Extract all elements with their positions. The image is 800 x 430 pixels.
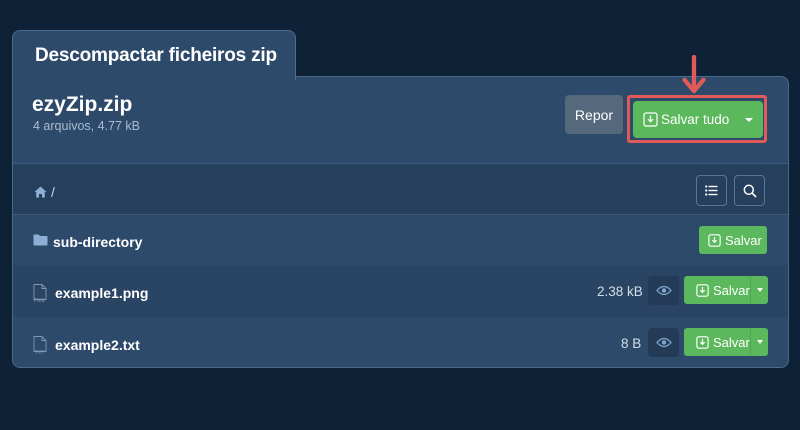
chevron-down-icon bbox=[756, 288, 763, 292]
list-item-file[interactable]: TXT example2.txt 8 B Salvar bbox=[13, 317, 788, 367]
breadcrumb-separator: / bbox=[51, 184, 55, 200]
arrow-down-icon bbox=[682, 55, 706, 94]
tab-title: Descompactar ficheiros zip bbox=[35, 45, 277, 66]
file-name: example2.txt bbox=[55, 337, 140, 353]
save-all-button[interactable]: Salvar tudo bbox=[633, 101, 763, 138]
download-icon bbox=[696, 335, 709, 349]
file-name: example1.png bbox=[55, 285, 149, 301]
download-icon bbox=[643, 112, 658, 127]
save-label: Salvar bbox=[713, 334, 750, 350]
reset-button[interactable]: Repor bbox=[565, 95, 623, 134]
file-size: 2.38 kB bbox=[597, 284, 643, 299]
folder-icon bbox=[33, 234, 48, 246]
archive-name: ezyZip.zip bbox=[32, 93, 133, 116]
eye-icon bbox=[655, 337, 672, 348]
list-item-file[interactable]: PNG example1.png 2.38 kB Salvar bbox=[13, 265, 788, 317]
search-icon bbox=[743, 184, 757, 198]
download-icon bbox=[708, 233, 721, 247]
file-size: 8 B bbox=[621, 336, 642, 351]
search-button[interactable] bbox=[734, 175, 765, 206]
eye-icon bbox=[655, 285, 672, 296]
breadcrumb[interactable]: / bbox=[34, 184, 55, 200]
save-dropdown[interactable] bbox=[750, 276, 768, 304]
chevron-down-icon bbox=[745, 117, 753, 122]
home-icon bbox=[34, 186, 47, 198]
save-label: Salvar bbox=[713, 282, 750, 298]
list-item-folder[interactable]: sub-directory Salvar bbox=[13, 215, 788, 267]
preview-button[interactable] bbox=[648, 276, 679, 305]
list-view-button[interactable] bbox=[696, 175, 727, 206]
preview-button[interactable] bbox=[648, 328, 679, 357]
download-icon bbox=[696, 283, 709, 297]
save-dropdown[interactable] bbox=[750, 328, 768, 356]
reset-label: Repor bbox=[574, 106, 614, 123]
breadcrumb-toolbar: / bbox=[13, 163, 788, 215]
save-all-dropdown[interactable] bbox=[735, 101, 763, 138]
archive-meta: 4 arquivos, 4.77 kB bbox=[33, 119, 141, 133]
file-type-label: TXT bbox=[35, 350, 45, 356]
save-label: Salvar bbox=[725, 232, 762, 248]
file-name: sub-directory bbox=[53, 234, 143, 250]
save-button[interactable]: Salvar bbox=[684, 328, 768, 356]
save-all-label: Salvar tudo bbox=[661, 112, 730, 127]
save-button[interactable]: Salvar bbox=[684, 276, 768, 304]
tab-unzip[interactable]: Descompactar ficheiros zip bbox=[12, 30, 296, 80]
save-button[interactable]: Salvar bbox=[699, 226, 767, 254]
archive-panel: ezyZip.zip 4 arquivos, 4.77 kB Repor Sal… bbox=[12, 76, 789, 368]
tab-connector bbox=[13, 75, 295, 78]
list-icon bbox=[705, 185, 718, 196]
chevron-down-icon bbox=[756, 340, 763, 344]
file-type-label: PNG bbox=[34, 298, 45, 304]
